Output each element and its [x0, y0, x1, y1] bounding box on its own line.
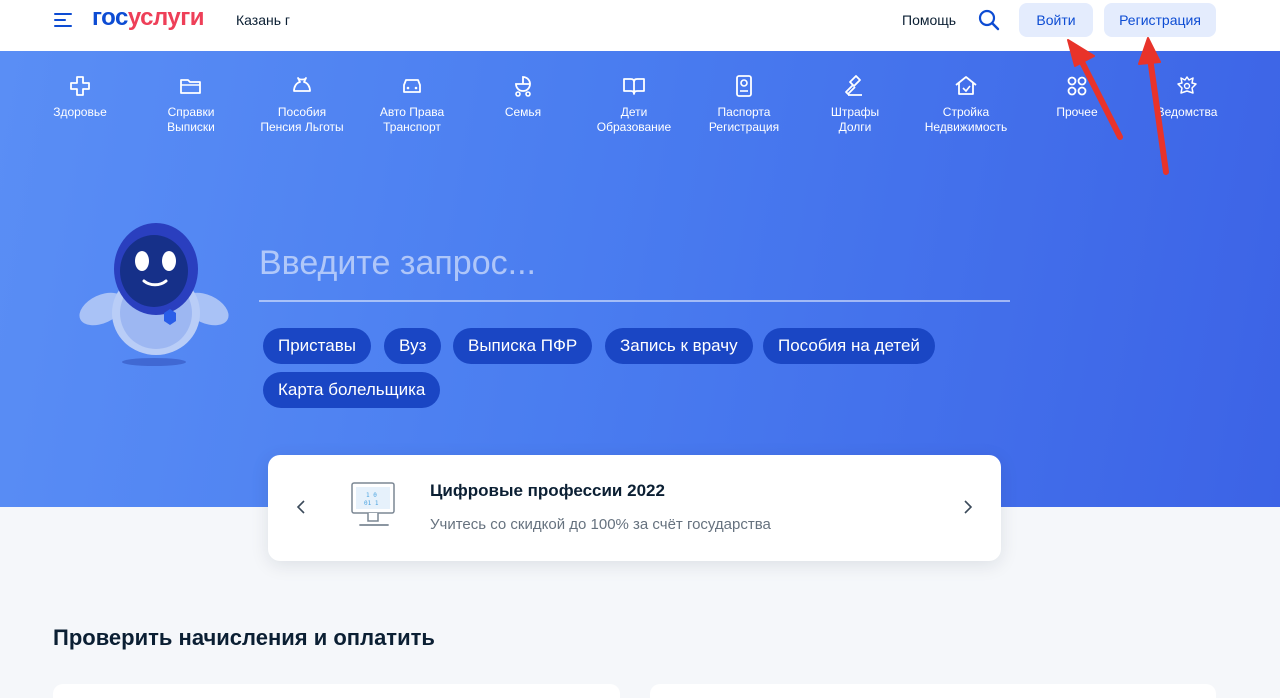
- section-title: Проверить начисления и оплатить: [53, 625, 435, 650]
- category-label: Пособия Пенсия Льготы: [260, 105, 344, 134]
- help-link[interactable]: Помощь: [902, 12, 956, 28]
- category-certificates[interactable]: Справки Выписки: [136, 73, 246, 135]
- chip-doctor-appointment[interactable]: Запись к врачу: [605, 328, 753, 364]
- search-underline: [259, 300, 1010, 302]
- plus-cross-icon: [70, 76, 90, 96]
- chip-bailiffs[interactable]: Приставы: [263, 328, 371, 364]
- svg-text:01 1: 01 1: [364, 500, 379, 507]
- city-selector[interactable]: Казань г: [236, 12, 290, 28]
- payment-card-right[interactable]: [650, 684, 1216, 698]
- stroller-icon: [515, 76, 531, 97]
- category-fines[interactable]: Штрафы Долги: [800, 73, 910, 135]
- logo-part1: гос: [92, 4, 128, 31]
- category-transport[interactable]: Авто Права Транспорт: [357, 73, 467, 135]
- hero-section: Здоровье Справки Выписки Пособия Пенсия …: [0, 51, 1280, 507]
- chip-pfr-statement[interactable]: Выписка ПФР: [453, 328, 593, 364]
- category-label: Стройка Недвижимость: [924, 105, 1008, 134]
- category-other[interactable]: Прочее: [1022, 73, 1132, 120]
- search-input[interactable]: Введите запрос...: [259, 244, 536, 283]
- promo-title: Цифровые профессии 2022: [430, 481, 665, 500]
- folder-icon: [180, 79, 201, 94]
- category-label: Прочее: [1056, 105, 1098, 119]
- login-button[interactable]: Войти: [1019, 3, 1093, 37]
- chip-fan-card[interactable]: Карта болельщика: [263, 372, 441, 408]
- category-agencies[interactable]: Ведомства: [1132, 73, 1242, 120]
- house-icon: [955, 76, 977, 95]
- emblem-icon: [1177, 76, 1197, 94]
- chevron-left-icon[interactable]: [292, 497, 312, 517]
- category-label: Авто Права Транспорт: [379, 105, 445, 134]
- logo[interactable]: госуслуги: [92, 4, 205, 32]
- category-label: Дети Образование: [596, 105, 672, 134]
- category-health[interactable]: Здоровье: [25, 73, 135, 120]
- chip-university[interactable]: Вуз: [384, 328, 442, 364]
- car-icon: [403, 79, 421, 93]
- category-label: Ведомства: [1156, 105, 1218, 119]
- menu-icon[interactable]: [54, 12, 74, 28]
- payment-card-left[interactable]: [53, 684, 620, 698]
- category-label: Здоровье: [53, 105, 107, 119]
- category-label: Паспорта Регистрация: [708, 105, 780, 134]
- search-icon[interactable]: [977, 8, 1001, 32]
- book-icon: [623, 78, 645, 95]
- category-label: Справки Выписки: [167, 105, 215, 134]
- chip-child-benefits[interactable]: Пособия на детей: [763, 328, 935, 364]
- category-children[interactable]: Дети Образование: [579, 73, 689, 135]
- header: госуслуги Казань г Помощь Войти Регистра…: [0, 0, 1280, 51]
- robot-mascot-image: [79, 223, 229, 366]
- category-benefits[interactable]: Пособия Пенсия Льготы: [247, 73, 357, 135]
- logo-part2: услуги: [127, 4, 205, 31]
- category-label: Штрафы Долги: [830, 105, 880, 134]
- promo-card[interactable]: 1 0 01 1 Цифровые профессии 2022 Учитесь…: [268, 455, 1001, 561]
- passport-icon: [736, 75, 752, 97]
- computer-monitor-image: 1 0 01 1: [351, 482, 395, 526]
- register-button[interactable]: Регистрация: [1104, 3, 1216, 37]
- grid-icon: [1067, 76, 1087, 96]
- money-bag-icon: [293, 77, 311, 92]
- category-passports[interactable]: Паспорта Регистрация: [689, 73, 799, 135]
- promo-subtitle: Учитесь со скидкой до 100% за счёт госуд…: [430, 516, 771, 533]
- category-family[interactable]: Семья: [468, 73, 578, 120]
- category-realestate[interactable]: Стройка Недвижимость: [911, 73, 1021, 135]
- chevron-right-icon[interactable]: [957, 497, 977, 517]
- gavel-icon: [845, 75, 862, 96]
- category-label: Семья: [504, 105, 542, 119]
- svg-text:1 0: 1 0: [366, 492, 377, 499]
